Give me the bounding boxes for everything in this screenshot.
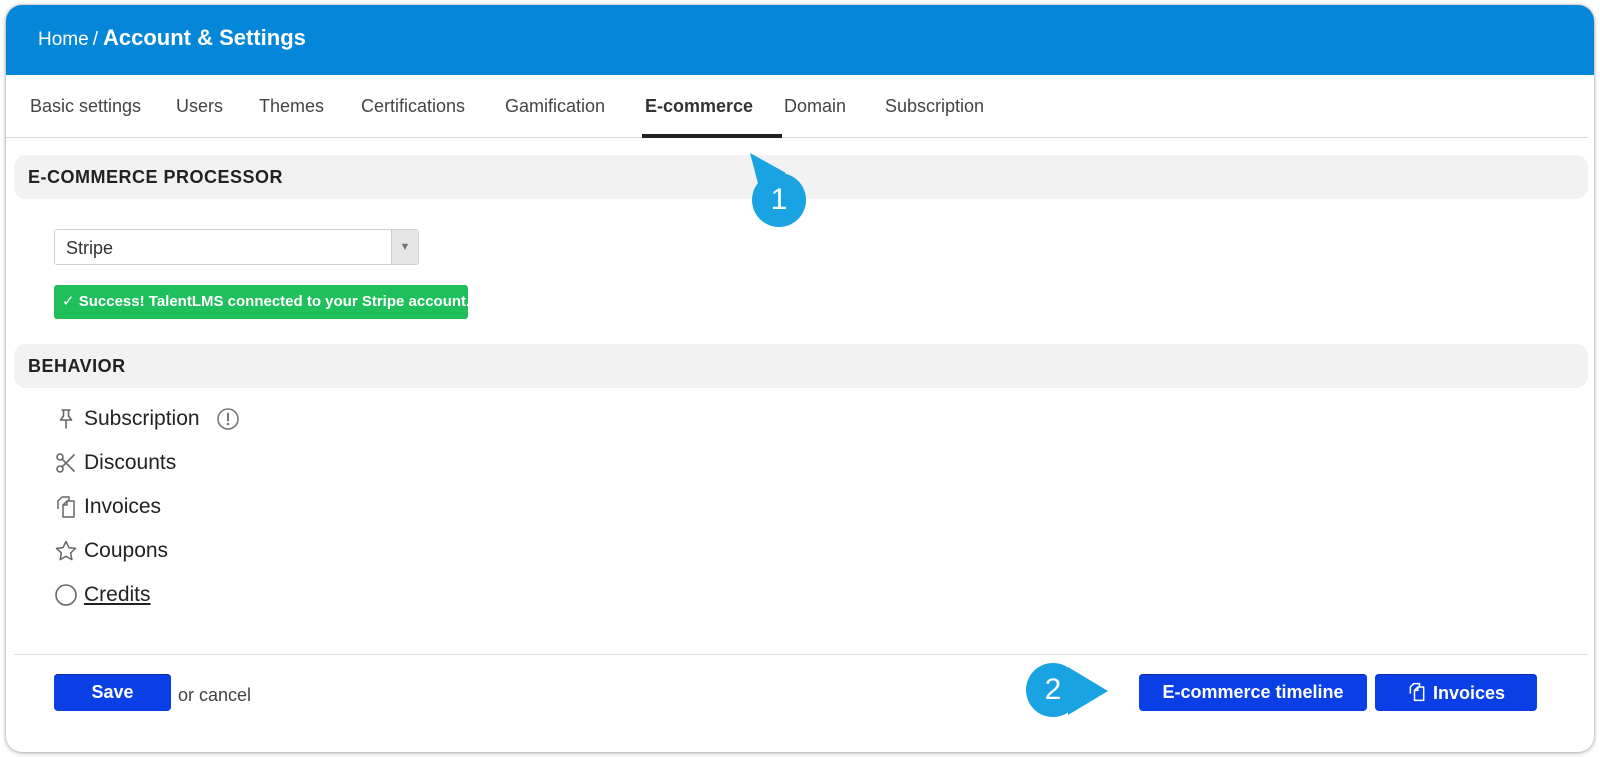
tab-bar: Basic settings Users Themes Certificatio… bbox=[6, 75, 1588, 138]
invoices-button[interactable]: Invoices bbox=[1375, 674, 1537, 711]
cancel-link[interactable]: or cancel bbox=[178, 685, 251, 706]
callout-badge-2: 2 bbox=[1026, 663, 1080, 717]
scissors-icon bbox=[56, 453, 75, 473]
processor-selected-value: Stripe bbox=[66, 238, 114, 258]
behavior-header: BEHAVIOR bbox=[14, 344, 1588, 388]
warning-info-icon[interactable] bbox=[216, 407, 240, 431]
behavior-item-label: Coupons bbox=[84, 539, 169, 562]
header-bar: Home / Account & Settings bbox=[6, 5, 1594, 75]
tab-basic-settings[interactable]: Basic settings bbox=[30, 75, 141, 137]
chevron-down-icon[interactable]: ▼ bbox=[391, 230, 418, 264]
invoices-button-label: Invoices bbox=[1432, 682, 1506, 703]
save-button[interactable]: Save bbox=[54, 674, 171, 711]
breadcrumb: Home / bbox=[38, 29, 102, 51]
callout-badge-1: 1 bbox=[752, 173, 806, 227]
tab-domain[interactable]: Domain bbox=[784, 75, 846, 137]
tab-users[interactable]: Users bbox=[176, 75, 223, 137]
copy-icon bbox=[57, 496, 75, 518]
tab-themes[interactable]: Themes bbox=[259, 75, 324, 137]
section-title: E-COMMERCE PROCESSOR bbox=[28, 167, 284, 187]
section-title: BEHAVIOR bbox=[28, 356, 126, 376]
tab-gamification[interactable]: Gamification bbox=[505, 75, 605, 137]
breadcrumb-home-link[interactable]: Home bbox=[38, 29, 89, 50]
processor-select[interactable]: Stripe ▼ bbox=[54, 229, 419, 265]
behavior-item-label: Discounts bbox=[84, 451, 177, 474]
success-badge: ✓ Success! TalentLMS connected to your S… bbox=[54, 285, 470, 319]
tab-ecommerce[interactable]: E-commerce bbox=[645, 75, 753, 137]
credits-link[interactable]: Credits bbox=[84, 580, 151, 610]
page-title: Account & Settings bbox=[103, 25, 306, 50]
tab-certifications[interactable]: Certifications bbox=[361, 75, 465, 137]
behavior-item-label: Invoices bbox=[84, 495, 162, 518]
circle-icon bbox=[55, 584, 77, 606]
breadcrumb-separator: / bbox=[92, 29, 98, 50]
ecommerce-timeline-button[interactable]: E-commerce timeline bbox=[1139, 674, 1367, 711]
pin-icon bbox=[59, 409, 73, 429]
star-icon bbox=[55, 540, 77, 561]
copy-icon bbox=[1409, 682, 1425, 701]
tab-subscription[interactable]: Subscription bbox=[885, 75, 984, 137]
footer-divider bbox=[14, 654, 1588, 655]
active-tab-indicator bbox=[642, 134, 782, 138]
behavior-item-label: Subscription bbox=[84, 407, 200, 430]
settings-window: Home / Account & Settings Basic settings … bbox=[6, 5, 1594, 752]
